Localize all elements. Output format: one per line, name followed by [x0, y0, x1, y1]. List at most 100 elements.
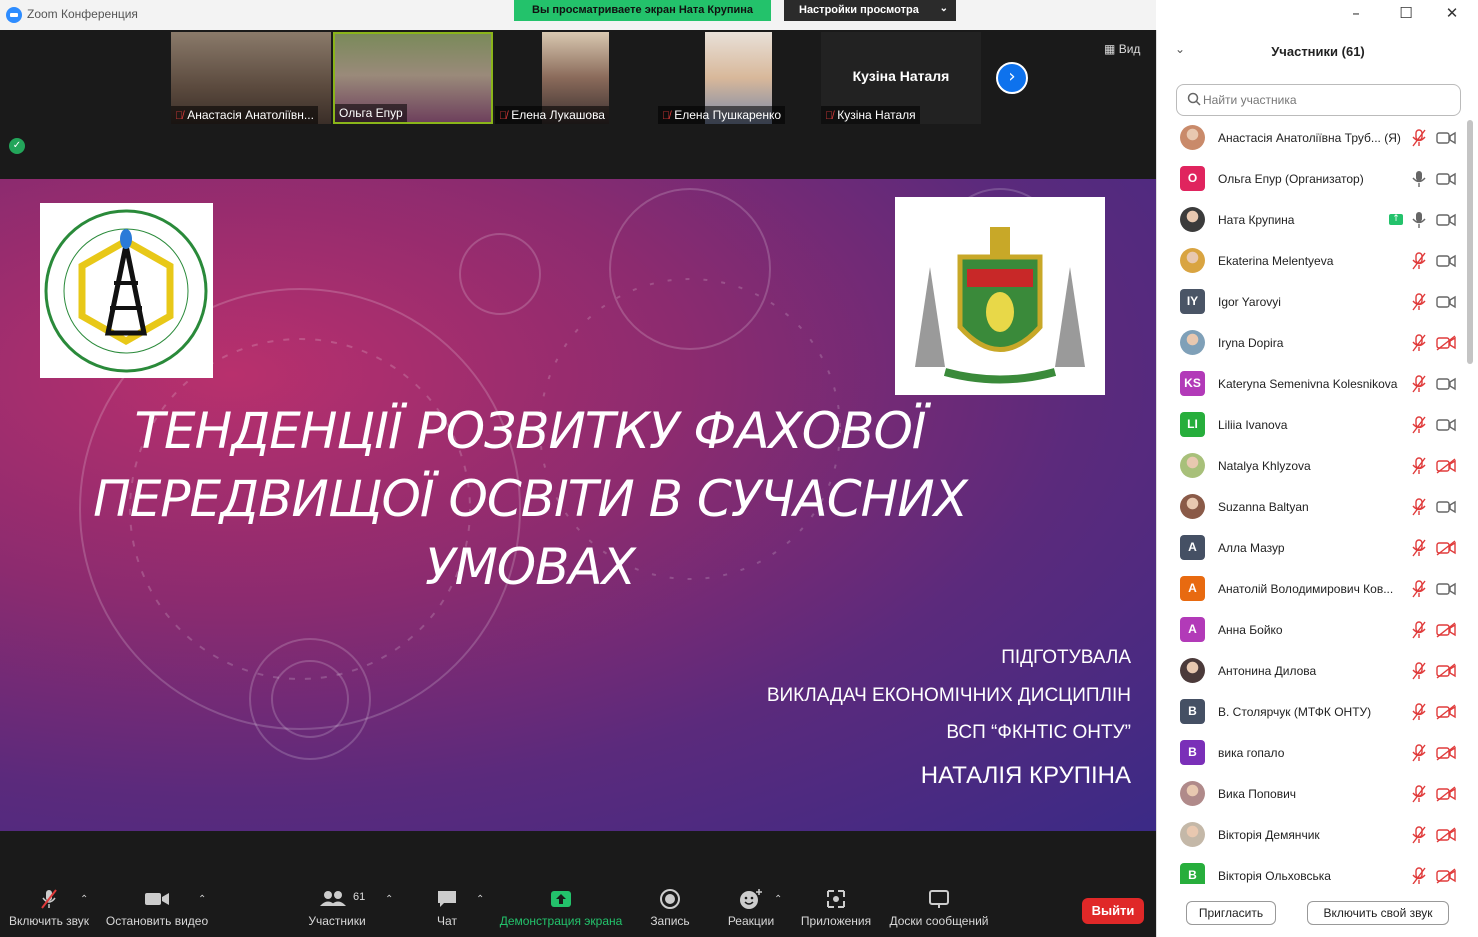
participants-options-caret-icon[interactable]: ⌃ — [385, 894, 393, 905]
video-camera-icon — [1436, 417, 1456, 433]
title-bar-controls: – ☐ ✕ — [1156, 0, 1478, 30]
participant-name: Igor Yarovyi — [1218, 295, 1281, 309]
stop-video-label: Остановить видео — [105, 914, 209, 928]
muted-mic-icon — [1411, 662, 1427, 680]
audio-options-caret-icon[interactable]: ⌃ — [80, 894, 88, 905]
avatar-photo — [1180, 658, 1205, 683]
participant-list-scrollbar[interactable] — [1467, 120, 1473, 364]
view-settings-label: Настройки просмотра — [799, 4, 919, 16]
unmute-self-button[interactable]: Включить свой звук — [1307, 901, 1449, 925]
close-button[interactable]: ✕ — [1442, 4, 1462, 22]
chat-button[interactable]: Чат — [430, 888, 464, 928]
apps-icon — [827, 890, 845, 908]
muted-mic-icon: 🎙̸ — [175, 110, 184, 122]
video-camera-icon — [1436, 171, 1456, 187]
video-camera-icon — [1436, 212, 1456, 228]
video-off-icon — [1436, 540, 1456, 556]
muted-mic-icon — [1411, 744, 1427, 762]
participant-name: Liliia Ivanova — [1218, 418, 1288, 432]
muted-mic-icon: 🎙̸ — [499, 110, 508, 122]
participant-row[interactable]: A Анатолій Володимирович Ков... — [1157, 569, 1469, 610]
participant-row[interactable]: O Ольга Епур (Организатор) — [1157, 159, 1469, 200]
muted-mic-icon — [1411, 867, 1427, 884]
participant-name: Вікторія Ольховська — [1218, 869, 1331, 883]
video-options-caret-icon[interactable]: ⌃ — [198, 894, 206, 905]
participant-row[interactable]: Антонина Дилова — [1157, 651, 1469, 692]
next-page-button[interactable]: › — [996, 62, 1028, 94]
reactions-options-caret-icon[interactable]: ⌃ — [774, 894, 782, 905]
participant-row[interactable]: B Вікторія Ольховська — [1157, 856, 1469, 884]
muted-mic-icon — [1411, 252, 1427, 270]
slide-position: ВИКЛАДАЧ ЕКОНОМІЧНИХ ДИСЦИПЛІН — [766, 685, 1131, 706]
avatar-initials: B — [1180, 863, 1205, 884]
search-input[interactable] — [1203, 91, 1453, 109]
share-screen-button[interactable]: Демонстрация экрана — [498, 888, 624, 928]
video-camera-icon — [145, 893, 169, 905]
share-screen-label: Демонстрация экрана — [499, 914, 623, 928]
video-thumbnail-no-video[interactable]: Кузіна Наталя 🎙̸ Кузіна Наталя — [821, 32, 981, 124]
participant-row[interactable]: Natalya Khlyzova — [1157, 446, 1469, 487]
video-camera-icon — [1436, 376, 1456, 392]
muted-mic-icon: 🎙̸ — [662, 110, 671, 122]
participant-row[interactable]: KS Kateryna Semenivna Kolesnikova — [1157, 364, 1469, 405]
participant-row[interactable]: Ekaterina Melentyeva — [1157, 241, 1469, 282]
slide-organization: ВСП “ФКНТІС ОНТУ” — [946, 722, 1131, 743]
video-off-icon — [1436, 622, 1456, 638]
thumbnail-name-tag: Ольга Епур — [335, 104, 407, 122]
participant-name: Алла Мазур — [1218, 541, 1285, 555]
participant-name: Ната Крупина — [1218, 213, 1295, 227]
encryption-shield-icon[interactable]: ✓ — [9, 138, 25, 154]
participant-row[interactable]: B В. Столярчук (МТФК ОНТУ) — [1157, 692, 1469, 733]
participant-row[interactable]: A Анна Бойко — [1157, 610, 1469, 651]
participant-row[interactable]: Вика Попович — [1157, 774, 1469, 815]
participant-row[interactable]: IY Igor Yarovyi — [1157, 282, 1469, 323]
video-thumbnail[interactable]: 🎙̸ Анастасія Анатоліївн... — [171, 32, 331, 124]
muted-mic-icon — [1411, 293, 1427, 311]
video-camera-icon — [1436, 581, 1456, 597]
video-thumbnail[interactable]: 🎙̸ Елена Лукашова — [495, 32, 655, 124]
leave-meeting-button[interactable]: Выйти — [1082, 898, 1144, 924]
participant-name: вика гопало — [1218, 746, 1285, 760]
muted-mic-icon: 🎙̸ — [825, 110, 834, 122]
participant-name: Ольга Епур (Организатор) — [1218, 172, 1364, 186]
maximize-button[interactable]: ☐ — [1396, 4, 1416, 22]
participant-row[interactable]: A Алла Мазур — [1157, 528, 1469, 569]
participant-row[interactable]: Анастасія Анатоліївна Труб... (Я) — [1157, 118, 1469, 159]
chat-options-caret-icon[interactable]: ⌃ — [476, 894, 484, 905]
view-button[interactable]: ▦ Вид — [1104, 42, 1140, 56]
participant-name: Ekaterina Melentyeva — [1218, 254, 1334, 268]
reactions-label: Реакции — [727, 914, 775, 928]
participant-name: Анна Бойко — [1218, 623, 1283, 637]
muted-mic-icon — [1411, 416, 1427, 434]
participant-name: В. Столярчук (МТФК ОНТУ) — [1218, 705, 1372, 719]
video-thumbnail[interactable]: 🎙̸ Елена Пушкаренко — [658, 32, 818, 124]
minimize-button[interactable]: – — [1346, 4, 1366, 22]
video-off-icon — [1436, 704, 1456, 720]
unmute-label: Включить звук — [8, 914, 90, 928]
participant-list: Анастасія Анатоліївна Труб... (Я) O Ольга … — [1157, 118, 1469, 884]
slide-title-line: ПЕРЕДВИЩОЇ ОСВІТИ В СУЧАСНИХ — [93, 470, 968, 528]
stop-video-button[interactable]: Остановить видео — [104, 888, 210, 928]
video-thumbnail-active-speaker[interactable]: Ольга Епур — [333, 32, 493, 124]
participants-count: 61 — [353, 891, 366, 903]
participant-row[interactable]: LI Liliia Ivanova — [1157, 405, 1469, 446]
view-settings-button[interactable]: Настройки просмотра ⌄ — [784, 0, 956, 21]
invite-button[interactable]: Пригласить — [1186, 901, 1276, 925]
avatar-initials: B — [1180, 740, 1205, 765]
record-button[interactable]: Запись — [646, 888, 694, 928]
participant-row[interactable]: Suzanna Baltyan — [1157, 487, 1469, 528]
participant-name: Kateryna Semenivna Kolesnikova — [1218, 377, 1398, 391]
whiteboards-button[interactable]: Доски сообщений — [886, 888, 992, 928]
participant-name: Антонина Дилова — [1218, 664, 1317, 678]
avatar-initials: A — [1180, 617, 1205, 642]
muted-mic-icon — [1411, 539, 1427, 557]
view-button-label: Вид — [1118, 42, 1141, 56]
participant-row[interactable]: Ната Крупина ↑ — [1157, 200, 1469, 241]
participant-row[interactable]: Вікторія Демянчик — [1157, 815, 1469, 856]
participant-row[interactable]: Iryna Dopira — [1157, 323, 1469, 364]
college-logo — [40, 203, 213, 378]
participant-row[interactable]: Bвика гопало — [1157, 733, 1469, 774]
apps-button[interactable]: Приложения — [798, 888, 874, 928]
reactions-button[interactable]: Реакции — [725, 888, 777, 928]
avatar-photo — [1180, 248, 1205, 273]
